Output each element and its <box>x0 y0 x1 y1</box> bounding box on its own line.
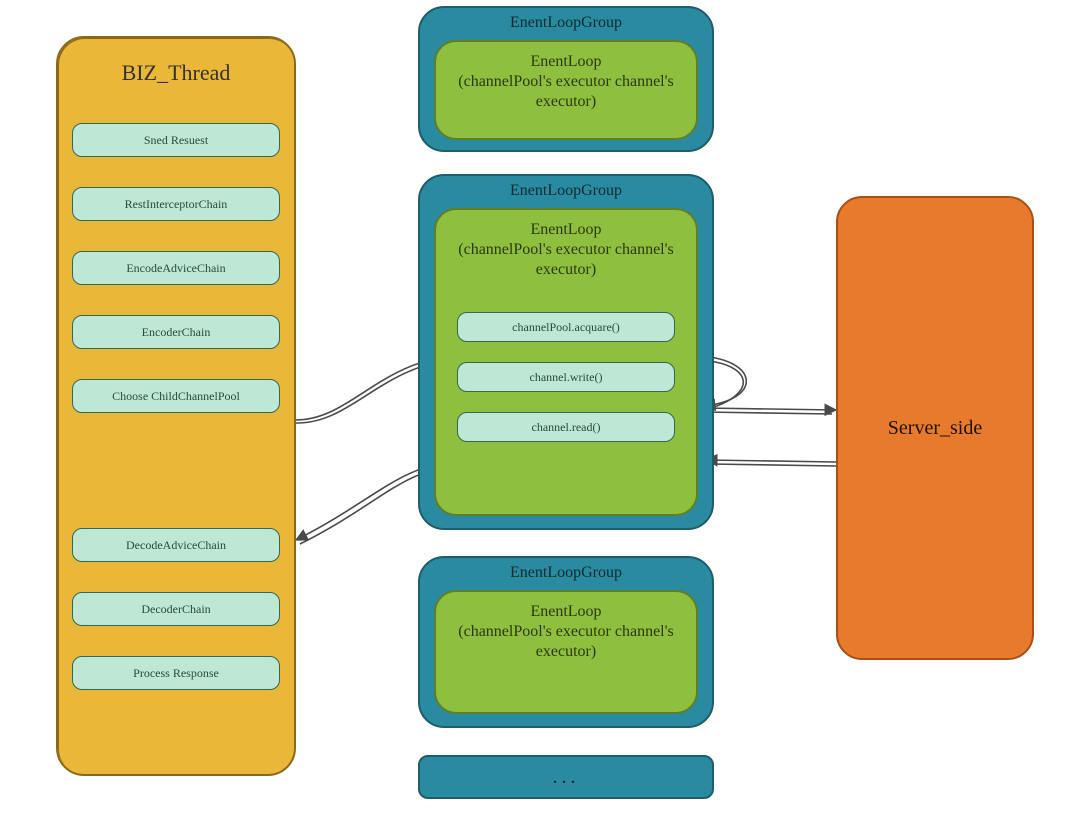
event-loop-name: EnentLoop <box>530 53 601 70</box>
step-process-response: Process Response <box>72 656 280 690</box>
event-loop-name: EnentLoop <box>530 603 601 620</box>
event-loop-subtitle: (channelPool's executor channel's execut… <box>458 73 673 110</box>
event-loop-group-bottom: EnentLoopGroup EnentLoop (channelPool's … <box>418 556 714 728</box>
step-encode-advice-chain: EncodeAdviceChain <box>72 251 280 285</box>
biz-thread-title: BIZ_Thread <box>58 60 294 86</box>
event-loop-top: EnentLoop (channelPool's executor channe… <box>434 40 698 140</box>
event-loop-subtitle: (channelPool's executor channel's execut… <box>458 241 673 278</box>
event-loop-title: EnentLoop (channelPool's executor channe… <box>448 220 684 280</box>
event-loop-group-middle: EnentLoopGroup EnentLoop (channelPool's … <box>418 174 714 530</box>
event-loop-subtitle: (channelPool's executor channel's execut… <box>458 623 673 660</box>
step-encoder-chain: EncoderChain <box>72 315 280 349</box>
server-side: Server_side <box>836 196 1034 660</box>
step-rest-interceptor-chain: RestInterceptorChain <box>72 187 280 221</box>
event-loop-group-title: EnentLoopGroup <box>420 558 712 582</box>
step-choose-child-channel-pool: Choose ChildChannelPool <box>72 379 280 413</box>
biz-thread-container: BIZ_Thread Sned Resuest RestInterceptorC… <box>56 36 296 776</box>
event-loop-group-title: EnentLoopGroup <box>420 8 712 32</box>
more-event-loops: ... <box>418 755 714 799</box>
event-loop-bottom: EnentLoop (channelPool's executor channe… <box>434 590 698 714</box>
event-loop-title: EnentLoop (channelPool's executor channe… <box>448 52 684 112</box>
event-loop-group-title: EnentLoopGroup <box>420 176 712 200</box>
op-channel-pool-acquire: channelPool.acquare() <box>457 312 674 342</box>
event-loop-middle: EnentLoop (channelPool's executor channe… <box>434 208 698 516</box>
step-send-request: Sned Resuest <box>72 123 280 157</box>
step-decoder-chain: DecoderChain <box>72 592 280 626</box>
event-loop-title: EnentLoop (channelPool's executor channe… <box>448 602 684 662</box>
event-loop-group-top: EnentLoopGroup EnentLoop (channelPool's … <box>418 6 714 152</box>
op-channel-read: channel.read() <box>457 412 674 442</box>
event-loop-name: EnentLoop <box>530 221 601 238</box>
step-decode-advice-chain: DecodeAdviceChain <box>72 528 280 562</box>
op-channel-write: channel.write() <box>457 362 674 392</box>
